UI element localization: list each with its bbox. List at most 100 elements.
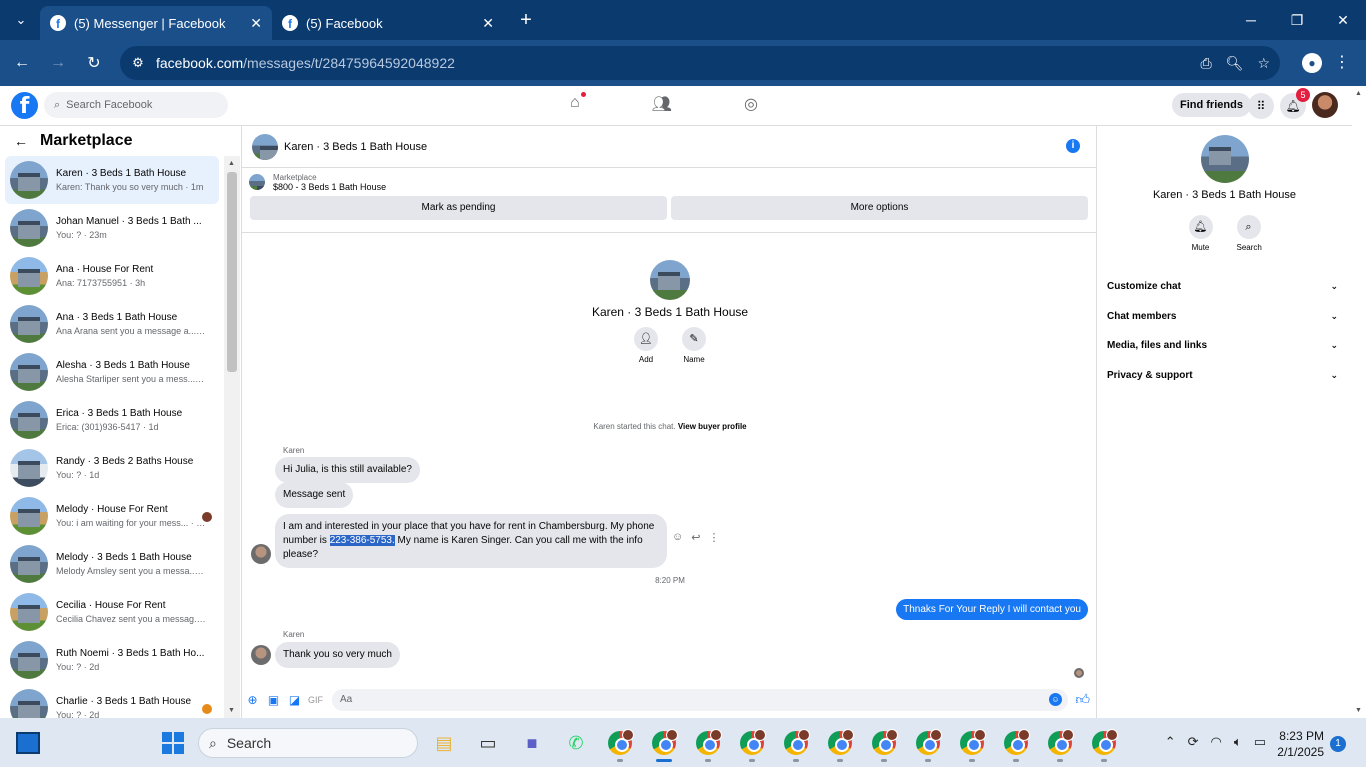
react-emoji-icon[interactable]: ☺ [672,531,683,544]
whatsapp-icon[interactable]: ✆ [554,728,598,758]
widgets-icon[interactable] [16,732,40,754]
chat-avatar[interactable] [252,133,278,160]
facebook-search-input[interactable]: ⌕ Search Facebook [44,92,228,118]
sticker-icon[interactable]: ◪ [284,693,305,707]
file-explorer-icon[interactable]: ▤ [422,728,466,758]
scroll-up-icon[interactable]: ▲ [228,160,235,167]
taskbar-search[interactable]: ⌕ Search [198,728,418,758]
video-meeting-icon[interactable]: ■ [510,728,554,758]
reload-icon[interactable]: ↻ [76,53,112,73]
chrome-profile-icon[interactable] [686,728,730,762]
conversation-item[interactable]: Alesha · 3 Beds 1 Bath House Alesha Starl… [0,348,224,396]
mark-as-pending-button[interactable]: Mark as pending [250,196,667,220]
emoji-icon[interactable]: ☺ [1049,693,1062,706]
chrome-profile-icon[interactable] [862,728,906,762]
site-settings-icon[interactable]: ⚙ [120,55,156,71]
outgoing-message-bubble[interactable]: Thnaks For Your Reply I will contact you [896,599,1088,620]
search-button[interactable]: ⌕ Search [1236,215,1262,252]
scroll-up-icon[interactable]: ▲ [1355,90,1362,97]
new-tab-plus-icon[interactable]: + [512,9,540,32]
conversation-item[interactable]: Melody · House For Rent You: i am waiting… [0,492,224,540]
more-icon[interactable]: ⋮ [708,531,719,544]
forward-arrow-icon[interactable]: → [40,54,76,72]
chrome-profile-icon[interactable] [730,728,774,762]
listing-banner[interactable]: Marketplace $800 - 3 Beds 1 Bath House [242,168,1096,196]
message-bubble[interactable]: Hi Julia, is this still available? [275,457,420,483]
message-bubble[interactable]: Thank you so very much [275,642,400,668]
bookmark-star-icon[interactable]: ☆ [1257,55,1270,72]
close-tab-icon[interactable]: ✕ [482,15,494,32]
edit-name-button[interactable]: ✎ Name [682,327,706,364]
conversation-item[interactable]: Melody · 3 Beds 1 Bath House Melody Amsle… [0,540,224,588]
chrome-profile-icon[interactable] [950,728,994,762]
chrome-profile-icon[interactable] [1082,728,1126,762]
find-friends-button[interactable]: Find friends [1172,93,1251,117]
conversation-item[interactable]: Johan Manuel · 3 Beds 1 Bath ... You: ? ·… [0,204,224,252]
address-bar[interactable]: ⚙ facebook.com/messages/t/28475964592048… [120,46,1280,80]
close-tab-icon[interactable]: ✕ [250,15,262,32]
conversation-item[interactable]: Ruth Noemi · 3 Beds 1 Bath Ho... You: ? ·… [0,636,224,684]
minimize-icon[interactable]: ─ [1228,12,1274,28]
privacy-support-item[interactable]: Privacy & support ⌄ [1097,361,1352,391]
chevron-up-icon[interactable]: ⌃ [1165,734,1176,750]
conversation-item[interactable]: Erica · 3 Beds 1 Bath House Erica: (301)9… [0,396,224,444]
details-avatar[interactable] [1200,135,1249,183]
start-windows-icon[interactable] [162,732,184,754]
customize-chat-item[interactable]: Customize chat ⌄ [1097,272,1352,302]
conversation-item[interactable]: Ana · 3 Beds 1 Bath House Ana Arana sent … [0,300,224,348]
chrome-profile-icon[interactable] [994,728,1038,762]
sidebar-scrollbar[interactable]: ▲ ▼ [224,156,240,718]
photo-icon[interactable]: ▣ [263,693,284,707]
back-arrow-icon[interactable]: ← [14,133,28,149]
zoom-icon[interactable]: 🔍︎ [1226,55,1244,72]
chrome-profile-icon[interactable] [1038,728,1082,762]
conversation-item[interactable]: Ana · House For Rent Ana: 7173755951 · 3h [0,252,224,300]
reply-icon[interactable]: ↩ [691,531,700,544]
tab-messenger[interactable]: f (5) Messenger | Facebook ✕ [40,6,272,40]
conversation-item[interactable]: Randy · 3 Beds 2 Baths House You: ? · 1d [0,444,224,492]
restore-icon[interactable]: ❐ [1274,12,1320,29]
view-buyer-profile-link[interactable]: View buyer profile [678,422,747,431]
chrome-profile-icon[interactable] [598,728,642,762]
battery-icon[interactable]: ▭ [1254,734,1266,750]
scroll-down-icon[interactable]: ▼ [1355,707,1362,714]
message-bubble[interactable]: Message sent [275,482,354,508]
back-arrow-icon[interactable]: ← [4,54,40,72]
profile-avatar[interactable] [650,260,690,300]
mute-button[interactable]: 🔔︎ Mute [1188,215,1213,252]
friends-icon[interactable]: 👥︎ [652,94,672,114]
facebook-logo-icon[interactable]: f [11,92,38,119]
chrome-profile-icon[interactable] [642,728,686,762]
conversation-item[interactable]: Cecilia · House For Rent Cecilia Chavez s… [0,588,224,636]
scroll-down-icon[interactable]: ▼ [228,707,235,714]
chrome-profile-icon[interactable] [774,728,818,762]
notification-count-badge[interactable]: 1 [1330,736,1346,752]
tab-search-chevron-icon[interactable]: ⌄ [6,5,36,35]
conversation-item[interactable]: Karen · 3 Beds 1 Bath House Karen: Thank … [5,156,219,204]
conversation-item[interactable]: Charlie · 3 Beds 1 Bath House You: ? · 2d [0,684,224,718]
add-person-button[interactable]: 👤︎ Add [634,327,658,364]
message-bubble[interactable]: I am and interested in your place that y… [275,514,667,568]
tab-facebook[interactable]: f (5) Facebook ✕ [272,6,504,40]
volume-icon[interactable]: 🔈︎ [1234,734,1242,750]
gif-icon[interactable]: GIF [305,695,326,705]
menu-grid-icon[interactable]: ⠿ [1248,93,1274,119]
sync-icon[interactable]: ⟳ [1188,734,1199,750]
account-avatar[interactable] [1312,92,1338,118]
info-icon[interactable]: i [1066,139,1080,153]
thumbs-up-icon[interactable]: 👍︎ [1075,691,1090,708]
taskbar-clock[interactable]: 8:23 PM 2/1/2025 [1277,728,1324,760]
chrome-profile-icon[interactable] [906,728,950,762]
sender-avatar[interactable] [251,645,271,665]
chat-members-item[interactable]: Chat members ⌄ [1097,302,1352,332]
page-scrollbar[interactable]: ▲ ▼ [1352,86,1366,718]
media-files-links-item[interactable]: Media, files and links ⌄ [1097,331,1352,361]
browser-menu-icon[interactable]: ⋮ [1334,52,1350,72]
groups-icon[interactable]: ◎ [744,94,758,114]
message-input[interactable]: Aa [332,689,1068,711]
sender-avatar[interactable] [251,544,271,564]
home-icon[interactable]: ⌂ [570,92,586,114]
more-options-button[interactable]: More options [671,196,1088,220]
wifi-icon[interactable]: ◠ [1211,734,1222,750]
plus-circle-icon[interactable]: ⊕ [242,693,263,707]
